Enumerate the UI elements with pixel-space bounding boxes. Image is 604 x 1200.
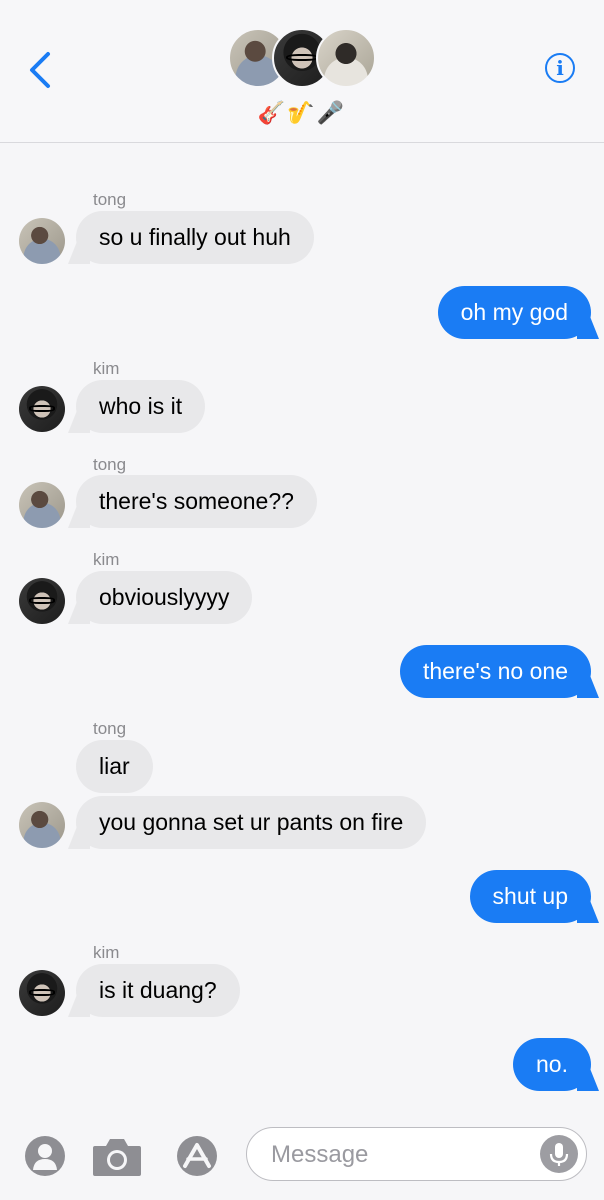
avatar-kim[interactable] (19, 970, 65, 1016)
received-message[interactable]: liar (76, 740, 153, 793)
avatar-member (316, 28, 376, 88)
message-field[interactable] (246, 1127, 587, 1181)
chevron-left-icon (30, 52, 50, 88)
info-button[interactable]: i (545, 53, 575, 83)
sender-name: kim (93, 359, 120, 378)
info-icon: i (556, 56, 564, 80)
sender-name: tong (93, 455, 127, 474)
sent-message[interactable]: no. (513, 1038, 591, 1091)
received-message[interactable]: is it duang? (76, 964, 240, 1017)
microphone-icon (549, 1143, 569, 1166)
sender-name: tong (93, 190, 127, 209)
contact-button[interactable] (24, 1135, 66, 1182)
camera-button[interactable] (91, 1136, 143, 1183)
sender-name: tong (93, 719, 127, 738)
sender-name: kim (93, 550, 120, 569)
avatar-tong[interactable] (19, 482, 65, 528)
group-name[interactable]: 🎸🎷🎤 (0, 100, 604, 126)
contact-icon (25, 1136, 65, 1176)
received-message[interactable]: there's someone?? (76, 475, 317, 528)
received-message[interactable]: so u finally out huh (76, 211, 314, 264)
avatar-kim[interactable] (19, 578, 65, 624)
app-store-button[interactable] (172, 1135, 222, 1182)
conversation-header: 🎸🎷🎤 i (0, 0, 604, 143)
received-message[interactable]: obviouslyyyy (76, 571, 253, 624)
message-input[interactable] (269, 1128, 543, 1181)
received-message[interactable]: who is it (76, 380, 206, 433)
avatar-tong[interactable] (19, 218, 65, 264)
sender-name: kim (93, 943, 120, 962)
back-button[interactable] (26, 50, 56, 90)
sent-message[interactable]: oh my god (437, 286, 591, 339)
dictation-button[interactable] (540, 1135, 578, 1173)
sent-message[interactable]: there's no one (399, 645, 591, 698)
app-store-icon (177, 1136, 217, 1176)
avatar-tong[interactable] (19, 802, 65, 848)
sent-message[interactable]: shut up (469, 870, 591, 923)
avatar-kim[interactable] (19, 386, 65, 432)
group-avatars[interactable] (228, 28, 378, 92)
camera-icon (93, 1139, 141, 1176)
received-message[interactable]: you gonna set ur pants on fire (76, 796, 427, 849)
